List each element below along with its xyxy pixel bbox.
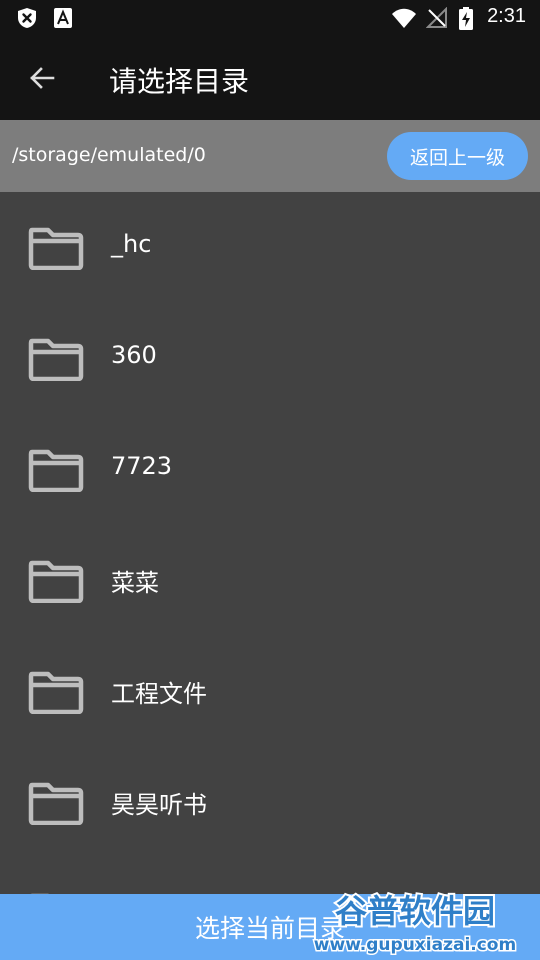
no-signal-icon (426, 7, 447, 28)
folder-item[interactable]: 菜菜 (0, 525, 540, 636)
folder-icon (28, 227, 84, 270)
folder-item[interactable]: 7723 (0, 414, 540, 525)
folder-item[interactable]: 昊昊听书 (0, 747, 540, 858)
select-current-directory-button[interactable]: 选择当前目录 (0, 894, 540, 960)
status-time: 2:31 (487, 5, 526, 27)
folder-icon (28, 782, 84, 825)
folder-name: 360 (111, 341, 157, 369)
arrow-left-icon (30, 67, 55, 89)
app-bar: 请选择目录 (0, 36, 540, 120)
status-bar: 2:31 (0, 0, 540, 36)
text-a-icon (54, 8, 72, 28)
wifi-icon (392, 8, 416, 28)
folder-icon (28, 560, 84, 603)
battery-charging-icon (459, 7, 473, 30)
parent-directory-button[interactable]: 返回上一级 (387, 132, 528, 180)
page-title: 请选择目录 (109, 65, 250, 98)
folder-icon (28, 449, 84, 492)
folder-item[interactable] (0, 858, 540, 894)
folder-list[interactable]: _hc 360 7723 菜菜 工程文件 昊昊听书 (0, 192, 540, 894)
shield-x-icon (18, 8, 36, 28)
folder-name: _hc (111, 230, 152, 258)
folder-name: 7723 (111, 452, 173, 480)
back-button[interactable] (18, 56, 66, 100)
current-path: /storage/emulated/0 (12, 144, 206, 166)
folder-item[interactable]: 360 (0, 303, 540, 414)
folder-icon (28, 338, 84, 381)
path-bar: /storage/emulated/0 返回上一级 (0, 120, 540, 192)
folder-item[interactable]: _hc (0, 192, 540, 303)
folder-icon (28, 671, 84, 714)
folder-name: 菜菜 (111, 569, 159, 597)
folder-item[interactable]: 工程文件 (0, 636, 540, 747)
folder-name: 昊昊听书 (111, 791, 207, 819)
folder-name: 工程文件 (111, 680, 207, 708)
